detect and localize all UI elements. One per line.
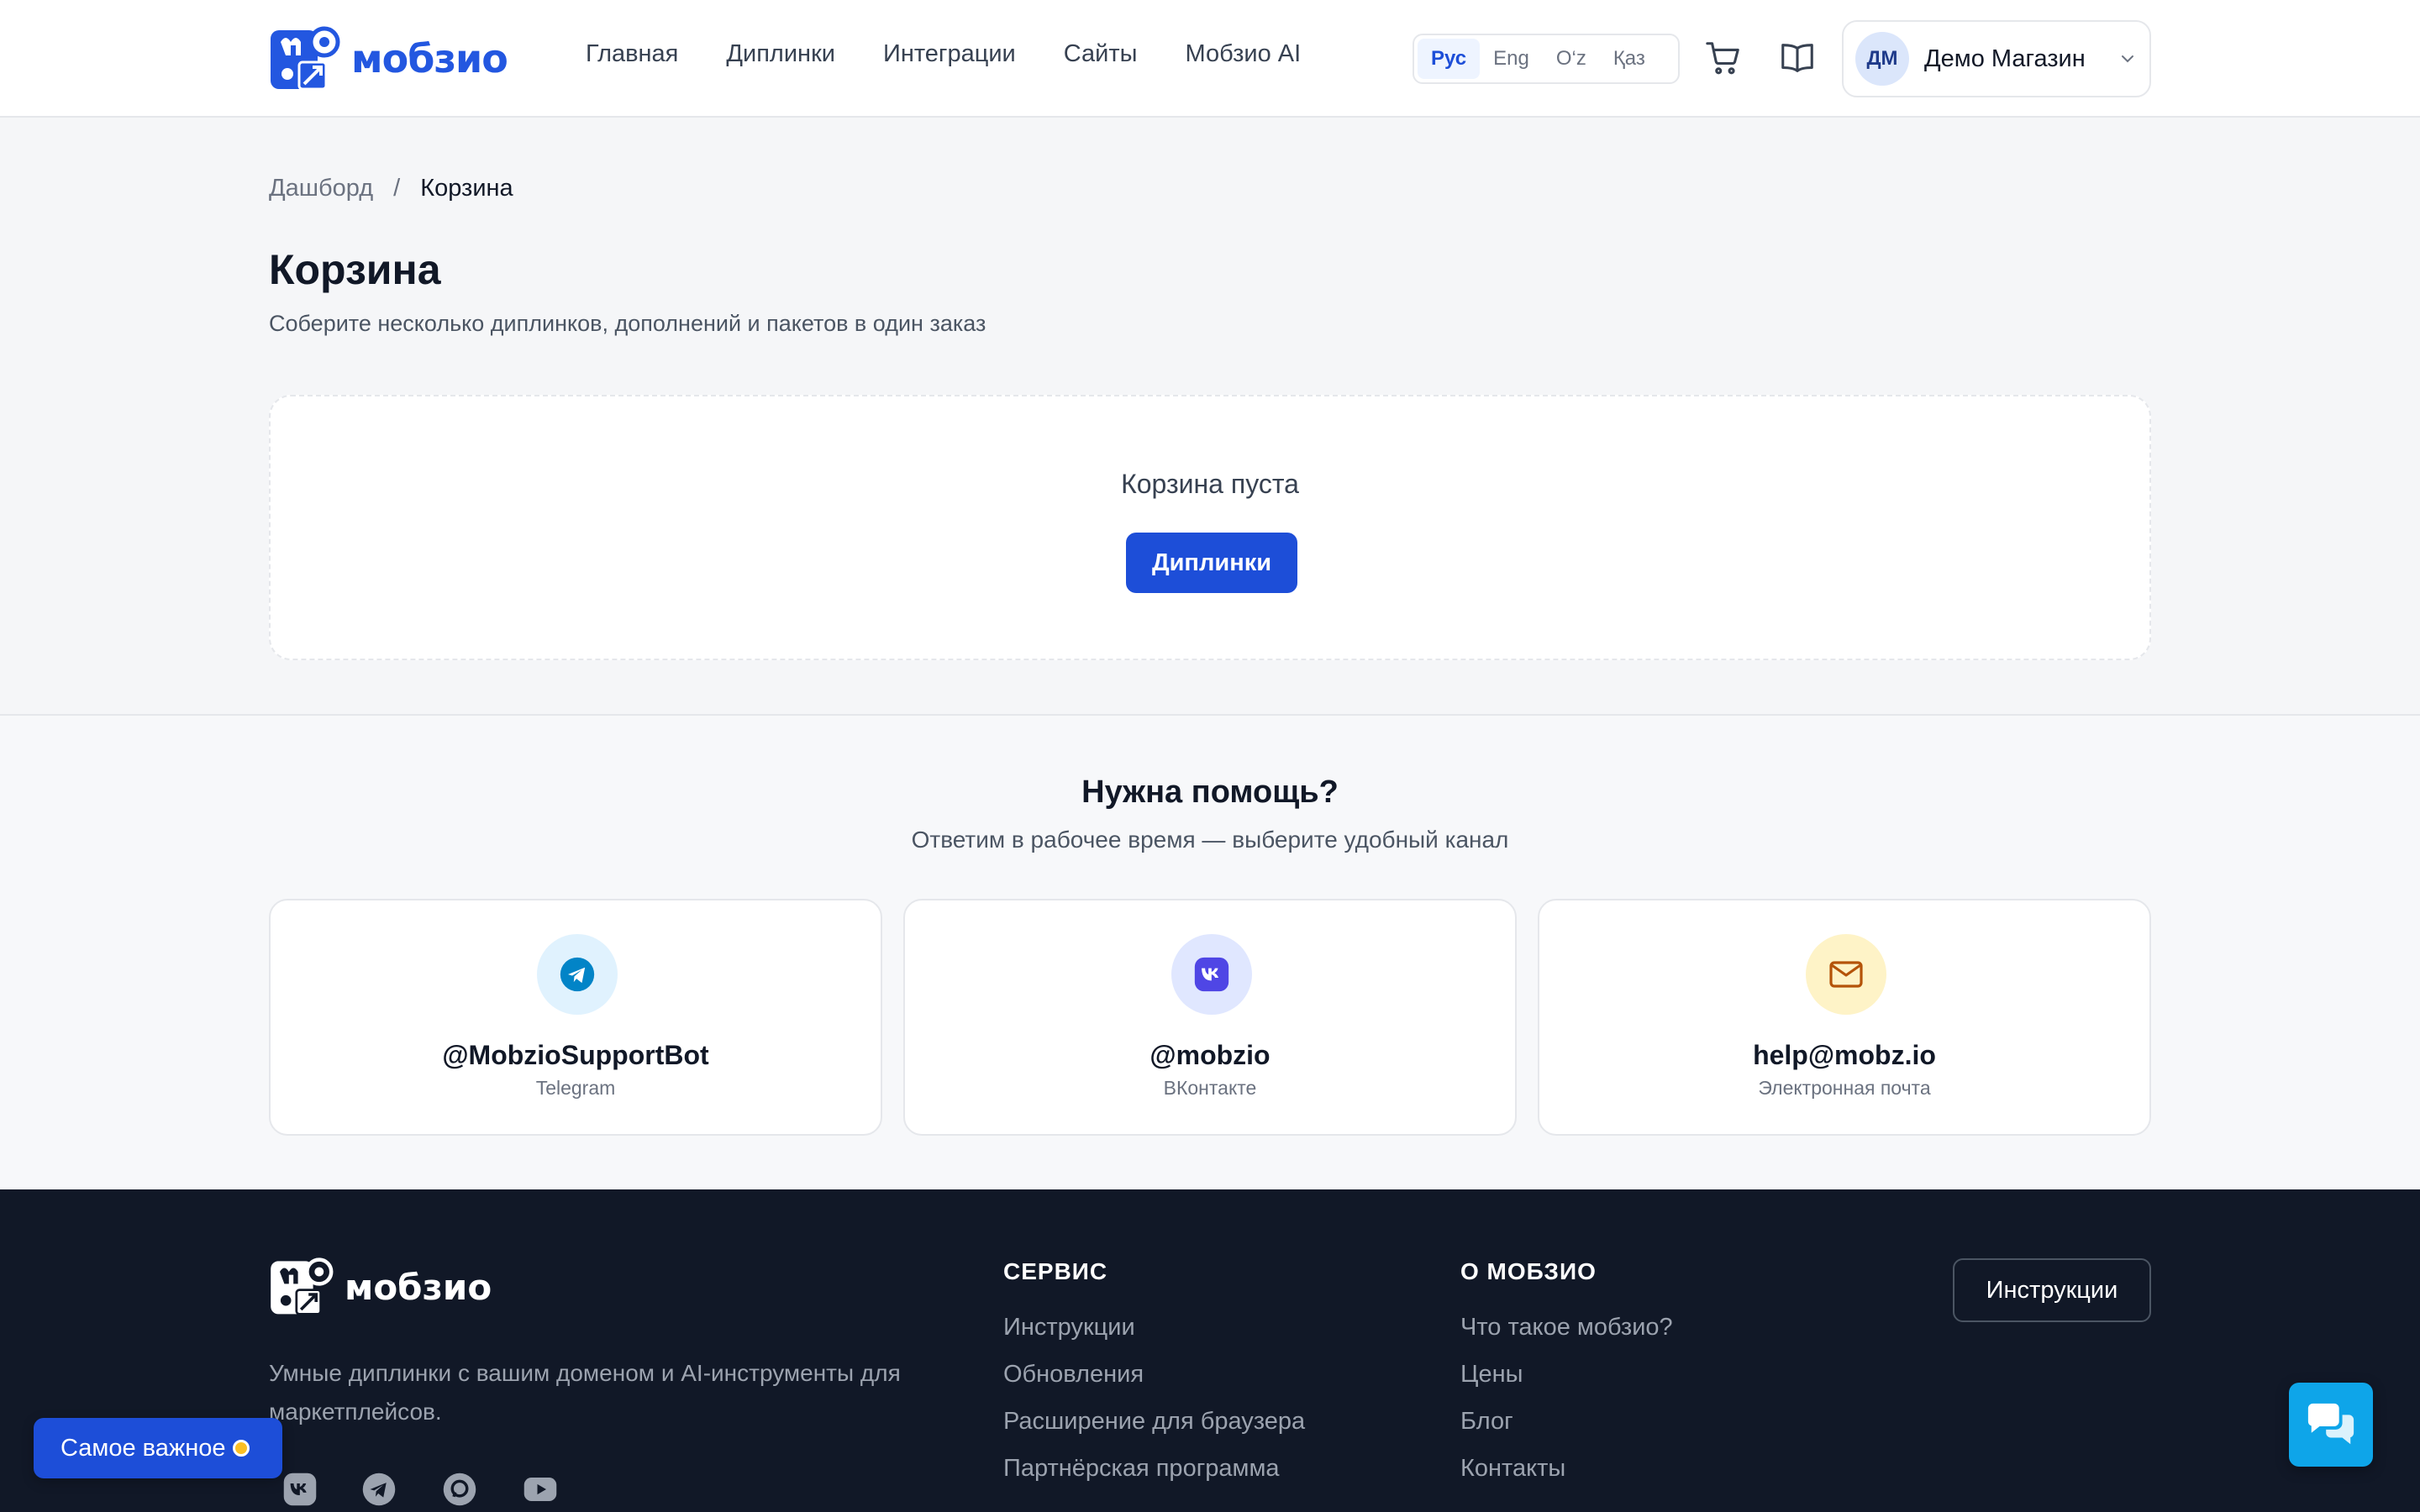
breadcrumb-current: Корзина (420, 175, 513, 202)
nav-item-sites[interactable]: Сайты (1064, 40, 1138, 68)
footer-instructions-button[interactable]: Инструкции (1953, 1258, 2151, 1322)
chat-widget-button[interactable] (2289, 1383, 2373, 1467)
chat-icon (2307, 1403, 2354, 1445)
nav-item-deeplinks[interactable]: Диплинки (726, 40, 835, 68)
main-nav: Главная Диплинки Интеграции Сайты Мобзио… (586, 40, 1349, 68)
help-subtitle: Ответим в рабочее время — выберите удобн… (911, 827, 1509, 853)
logo[interactable]: мобзио (269, 25, 508, 92)
card-label: Telegram (535, 1077, 616, 1099)
footer-link-extension[interactable]: Расширение для браузера (1003, 1398, 1305, 1445)
vk-icon[interactable] (282, 1472, 318, 1507)
card-handle: help@mobz.io (1753, 1040, 1936, 1070)
deeplinks-button[interactable]: Диплинки (1126, 533, 1297, 593)
footer: мобзио Умные диплинки с вашим доменом и … (0, 1189, 2420, 1512)
lang-kz[interactable]: Қаз (1600, 39, 1659, 79)
card-label: ВКонтакте (1163, 1077, 1257, 1099)
footer-column-title: О МОБЗИО (1460, 1258, 1597, 1284)
important-button[interactable]: Самое важное (34, 1418, 282, 1478)
logo-icon (271, 1257, 334, 1315)
telegram-icon (537, 934, 618, 1015)
page-subtitle: Соберите несколько диплинков, дополнений… (269, 311, 986, 336)
breadcrumb-separator: / (393, 175, 401, 202)
footer-logo[interactable]: мобзио (269, 1257, 492, 1317)
language-switcher: Рус Eng O‘z Қаз (1413, 34, 1680, 84)
telegram-icon[interactable] (361, 1472, 397, 1507)
breadcrumb-dashboard[interactable]: Дашборд (269, 175, 373, 202)
important-label: Самое важное (60, 1434, 226, 1462)
footer-link-what-is[interactable]: Что такое мобзио? (1460, 1304, 1673, 1351)
notification-dot (232, 1440, 250, 1457)
card-handle: @mobzio (1150, 1040, 1270, 1070)
lang-en[interactable]: Eng (1480, 39, 1543, 79)
footer-link-contacts[interactable]: Контакты (1460, 1445, 1673, 1492)
card-handle: @MobzioSupportBot (442, 1040, 709, 1070)
footer-service-column: СЕРВИС Инструкции Обновления Расширение … (1003, 1258, 1305, 1492)
book-icon[interactable] (1778, 39, 1817, 77)
avatar: ДМ (1855, 32, 1909, 86)
footer-link-updates[interactable]: Обновления (1003, 1351, 1305, 1398)
lang-uz[interactable]: O‘z (1543, 39, 1600, 79)
vk-icon (1171, 934, 1252, 1015)
nav-item-ai[interactable]: Мобзио AI (1186, 40, 1302, 68)
user-menu[interactable]: ДМ Демо Магазин (1842, 20, 2151, 97)
help-section: Нужна помощь? Ответим в рабочее время — … (0, 714, 2420, 1189)
footer-logo-text: мобзио (345, 1266, 492, 1308)
cart-empty-panel: Корзина пуста Диплинки (269, 395, 2151, 660)
support-card-email[interactable]: help@mobz.io Электронная почта (1538, 899, 2151, 1136)
footer-column-title: СЕРВИС (1003, 1258, 1108, 1284)
chevron-down-icon (2122, 55, 2133, 63)
card-label: Электронная почта (1758, 1077, 1931, 1099)
footer-link-instructions[interactable]: Инструкции (1003, 1304, 1305, 1351)
footer-link-blog[interactable]: Блог (1460, 1398, 1673, 1445)
cart-empty-text: Корзина пуста (1121, 469, 1299, 499)
lang-ru[interactable]: Рус (1418, 39, 1481, 79)
nav-item-integrations[interactable]: Интеграции (883, 40, 1016, 68)
user-name: Демо Магазин (1924, 45, 2086, 72)
footer-about-column: О МОБЗИО Что такое мобзио? Цены Блог Кон… (1460, 1258, 1673, 1492)
support-card-telegram[interactable]: @MobzioSupportBot Telegram (269, 899, 882, 1136)
footer-link-partner[interactable]: Партнёрская программа (1003, 1445, 1305, 1492)
nav-item-home[interactable]: Главная (586, 40, 678, 68)
help-title: Нужна помощь? (1081, 774, 1339, 810)
footer-link-prices[interactable]: Цены (1460, 1351, 1673, 1398)
mail-icon (1806, 934, 1886, 1015)
chat-icon[interactable] (442, 1472, 477, 1507)
header: мобзио Главная Диплинки Интеграции Сайты… (0, 0, 2420, 118)
support-card-vk[interactable]: @mobzio ВКонтакте (903, 899, 1517, 1136)
youtube-icon[interactable] (523, 1472, 558, 1507)
logo-icon (271, 26, 340, 91)
cart-icon[interactable] (1704, 39, 1743, 77)
breadcrumb: Дашборд / Корзина (269, 175, 513, 202)
footer-description: Умные диплинки с вашим доменом и AI-инст… (269, 1360, 901, 1425)
logo-text: мобзио (351, 36, 508, 81)
page-title: Корзина (269, 246, 441, 293)
